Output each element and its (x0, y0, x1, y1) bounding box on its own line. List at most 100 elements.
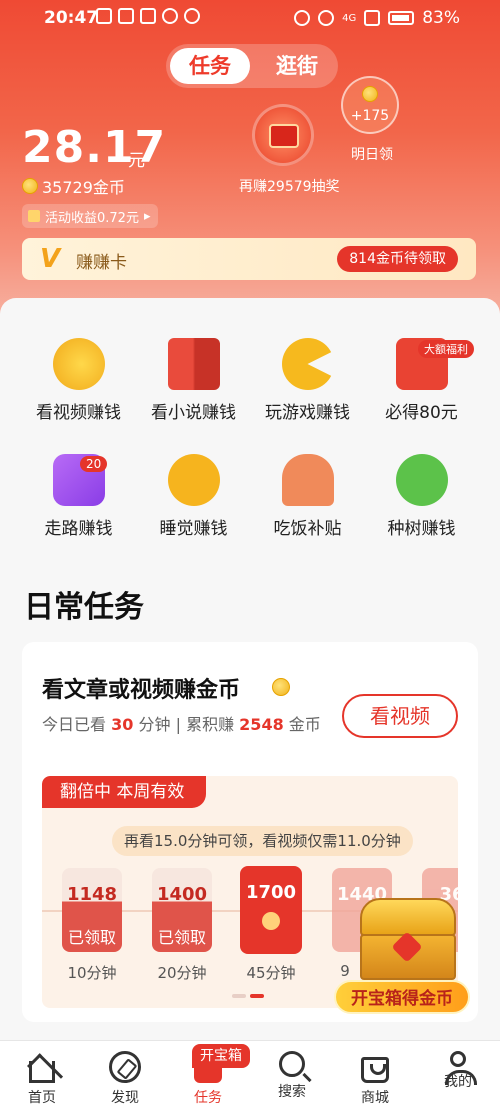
nav-profile[interactable]: 我的 (428, 1051, 488, 1091)
nav-label: 任务 (194, 1090, 222, 1106)
earn-card-bar[interactable]: V 赚赚卡 814金币待领取 (22, 238, 476, 280)
header-background: 20:47 4G 83% 任务 逛街 28.17 元 35729金币 活动收益0… (0, 0, 500, 330)
carousel-dot-active (250, 994, 264, 998)
chat-icon (162, 8, 178, 24)
activity-income-text: 活动收益0.72元 (45, 210, 139, 226)
progress-tip: 再看15.0分钟可领，看视频仅需11.0分钟 (112, 826, 413, 856)
grid-item-walk[interactable]: 走路赚钱 (16, 454, 141, 539)
grid-item-play-game[interactable]: 玩游戏赚钱 (245, 338, 370, 423)
status-notification-icons (96, 8, 200, 24)
reward-status: 已领取 (67, 928, 116, 947)
today-prefix: 今日已看 (42, 715, 107, 734)
reward-envelope[interactable]: 1400 已领取 (152, 868, 212, 952)
coin-icon (362, 86, 378, 102)
carousel-dots (232, 994, 264, 998)
grid-item-label: 玩游戏赚钱 (265, 403, 350, 423)
gift-icon (28, 210, 40, 222)
total-coins: 2548 (239, 715, 284, 734)
moon-icon (167, 454, 220, 506)
alarm-icon (294, 10, 311, 26)
grid-item-watch-video[interactable]: 看视频赚钱 (16, 338, 141, 423)
double-reward-tag: 翻倍中 本周有效 (42, 776, 207, 808)
meal-icon (281, 454, 334, 506)
tomorrow-label: 明日领 (351, 147, 393, 163)
top-tab-switch: 任务 逛街 (166, 44, 338, 88)
earn-card-claim-button[interactable]: 814金币待领取 (337, 246, 458, 272)
bag-icon (361, 1057, 389, 1083)
grid-item-label: 走路赚钱 (44, 519, 113, 539)
battery-icon (388, 11, 415, 25)
bottom-nav: 首页 发现 任务 搜索 商城 我的 (0, 1040, 500, 1111)
tab-task[interactable]: 任务 (170, 48, 250, 84)
chevron-right-icon: ▸ (143, 208, 151, 224)
status-time: 20:47 (44, 8, 99, 28)
treasure-chest-icon[interactable] (352, 898, 464, 984)
home-icon (29, 1061, 55, 1083)
task-title: 看文章或视频赚金币 (42, 678, 241, 703)
grid-item-label: 看视频赚钱 (36, 403, 121, 423)
open-chest-nav-badge: 开宝箱 (192, 1044, 250, 1068)
grid-item-sleep[interactable]: 睡觉赚钱 (131, 454, 256, 539)
nav-mall[interactable]: 商城 (345, 1051, 405, 1107)
nav-label: 商城 (361, 1090, 389, 1106)
nav-label: 发现 (111, 1090, 139, 1106)
book-icon (167, 338, 220, 390)
nav-discover[interactable]: 发现 (95, 1051, 155, 1107)
stat-divider: | (175, 715, 181, 734)
today-suffix: 分钟 (138, 715, 171, 734)
daily-tasks-heading: 日常任务 (24, 590, 144, 625)
user-icon (445, 1051, 477, 1085)
grid-item-label: 看小说赚钱 (151, 403, 236, 423)
reward-envelope-current[interactable]: 1700 (240, 866, 302, 954)
network-tag: 4G (342, 12, 357, 24)
shield-icon (118, 8, 134, 24)
reward-amount: 1400 (156, 884, 208, 905)
compass-icon (109, 1051, 141, 1083)
grid-item-label: 睡觉赚钱 (159, 519, 228, 539)
grid-item-read-novel[interactable]: 看小说赚钱 (131, 338, 256, 423)
reward-amount: 1148 (66, 884, 118, 905)
walk-count-badge: 20 (80, 456, 108, 472)
reward-envelope[interactable]: 1148 已领取 (62, 868, 122, 952)
grid-item-meal-subsidy[interactable]: 吃饭补贴 (245, 454, 370, 539)
big-welfare-badge: 大额福利 (418, 340, 474, 358)
lottery-label: 再赚29579抽奖 (239, 179, 340, 195)
grid-item-label: 吃饭补贴 (273, 519, 342, 539)
coin-balance: 35729金币 (42, 178, 125, 197)
v-logo-icon: V (40, 244, 61, 274)
activity-income-pill[interactable]: 活动收益0.72元 ▸ (22, 204, 159, 228)
lottery-button[interactable] (252, 104, 314, 166)
watch-video-button[interactable]: 看视频 (342, 694, 458, 738)
cash-unit: 元 (128, 151, 145, 171)
grid-item-plant-tree[interactable]: 种树赚钱 (359, 454, 484, 539)
coin-icon (22, 178, 38, 194)
tomorrow-plus: +175 (350, 108, 390, 124)
grid-item-label: 必得80元 (385, 403, 458, 423)
tab-shopping[interactable]: 逛街 (258, 48, 336, 84)
hourglass-icon (96, 8, 112, 24)
coin-icon (272, 678, 290, 696)
coin-balance-row[interactable]: 35729金币 (22, 174, 125, 198)
coin-seal-icon (262, 912, 280, 930)
reward-minutes: 20分钟 (157, 964, 207, 982)
battery-percent: 83% (422, 8, 460, 28)
open-chest-button[interactable]: 开宝箱得金币 (334, 980, 470, 1014)
tomorrow-reward-button[interactable]: +175 (341, 76, 399, 134)
wifi-icon (318, 10, 335, 26)
chest-lid (360, 898, 456, 936)
reward-minutes: 10分钟 (67, 964, 117, 982)
nav-search[interactable]: 搜索 (262, 1051, 322, 1101)
today-minutes: 30 (111, 715, 134, 734)
nav-label: 搜索 (278, 1084, 306, 1100)
nav-home[interactable]: 首页 (12, 1051, 72, 1107)
pacman-icon (281, 338, 334, 390)
earn-card-title: 赚赚卡 (76, 253, 127, 273)
reward-amount: 1700 (245, 882, 297, 903)
status-right: 4G 83% (294, 8, 460, 28)
nav-label: 首页 (28, 1090, 56, 1106)
search-icon (279, 1051, 305, 1077)
total-prefix: 累积赚 (186, 715, 235, 734)
total-suffix: 金币 (288, 715, 321, 734)
task-stats: 今日已看 30 分钟 | 累积赚 2548 金币 (42, 712, 332, 738)
reward-status: 已领取 (157, 928, 206, 947)
